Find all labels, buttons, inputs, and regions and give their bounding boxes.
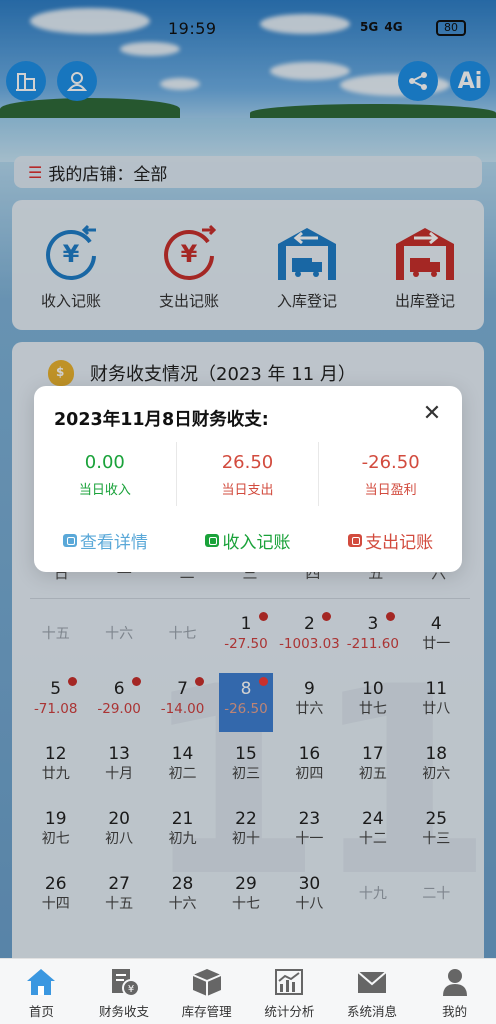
bottom-nav: 首页 ¥ 财务收支 库存管理 统计分析 系统消息 我的: [0, 958, 496, 1024]
nav-inventory-label: 库存管理: [181, 1004, 232, 1019]
nav-statistics-label: 统计分析: [264, 1004, 315, 1019]
stat-income-value: 0.00: [84, 452, 125, 473]
stat-expense-label: 当日支出: [221, 483, 274, 498]
nav-messages[interactable]: 系统消息: [331, 959, 414, 1024]
add-income-label: 收入记账: [222, 533, 291, 553]
nav-finance[interactable]: ¥ 财务收支: [83, 959, 166, 1024]
close-icon[interactable]: ✕: [420, 402, 444, 426]
view-details-button[interactable]: 查看详情: [34, 528, 177, 553]
stat-profit-label: 当日盈利: [364, 483, 417, 498]
stat-income-label: 当日收入: [78, 483, 131, 498]
nav-messages-label: 系统消息: [346, 1004, 397, 1019]
message-icon: [357, 971, 387, 993]
nav-home-label: 首页: [28, 1004, 54, 1019]
nav-finance-label: 财务收支: [98, 1004, 149, 1019]
dialog-actions: 查看详情 收入记账 支出记账: [34, 528, 462, 553]
nav-statistics[interactable]: 统计分析: [248, 959, 331, 1024]
add-expense-button[interactable]: 支出记账: [319, 528, 462, 553]
view-details-label: 查看详情: [79, 533, 148, 553]
add-income-icon: [205, 534, 220, 547]
stat-expense: 26.50 当日支出: [177, 442, 320, 506]
nav-home[interactable]: 首页: [0, 959, 83, 1024]
nav-inventory[interactable]: 库存管理: [165, 959, 248, 1024]
home-icon: [27, 969, 56, 995]
stat-profit: -26.50 当日盈利: [319, 442, 462, 506]
inventory-icon: [192, 969, 222, 996]
dialog-title: 2023年11月8日财务收支:: [54, 410, 269, 430]
stat-profit-value: -26.50: [361, 452, 420, 473]
record-indicator-dot: [258, 677, 268, 686]
add-expense-icon: [348, 534, 363, 547]
details-icon: [62, 534, 77, 547]
svg-text:¥: ¥: [128, 984, 134, 995]
stat-expense-value: 26.50: [221, 452, 274, 473]
profile-icon: [442, 969, 467, 996]
nav-profile[interactable]: 我的: [413, 959, 496, 1024]
daily-finance-dialog: 2023年11月8日财务收支: ✕ 0.00 当日收入 26.50 当日支出 -…: [34, 386, 462, 572]
stat-income: 0.00 当日收入: [34, 442, 177, 506]
add-income-button[interactable]: 收入记账: [177, 528, 320, 553]
nav-profile-label: 我的: [442, 1004, 468, 1019]
daily-stats: 0.00 当日收入 26.50 当日支出 -26.50 当日盈利: [34, 442, 462, 506]
add-expense-label: 支出记账: [365, 533, 434, 553]
finance-icon: ¥: [111, 969, 140, 997]
statistics-icon: [275, 969, 304, 995]
